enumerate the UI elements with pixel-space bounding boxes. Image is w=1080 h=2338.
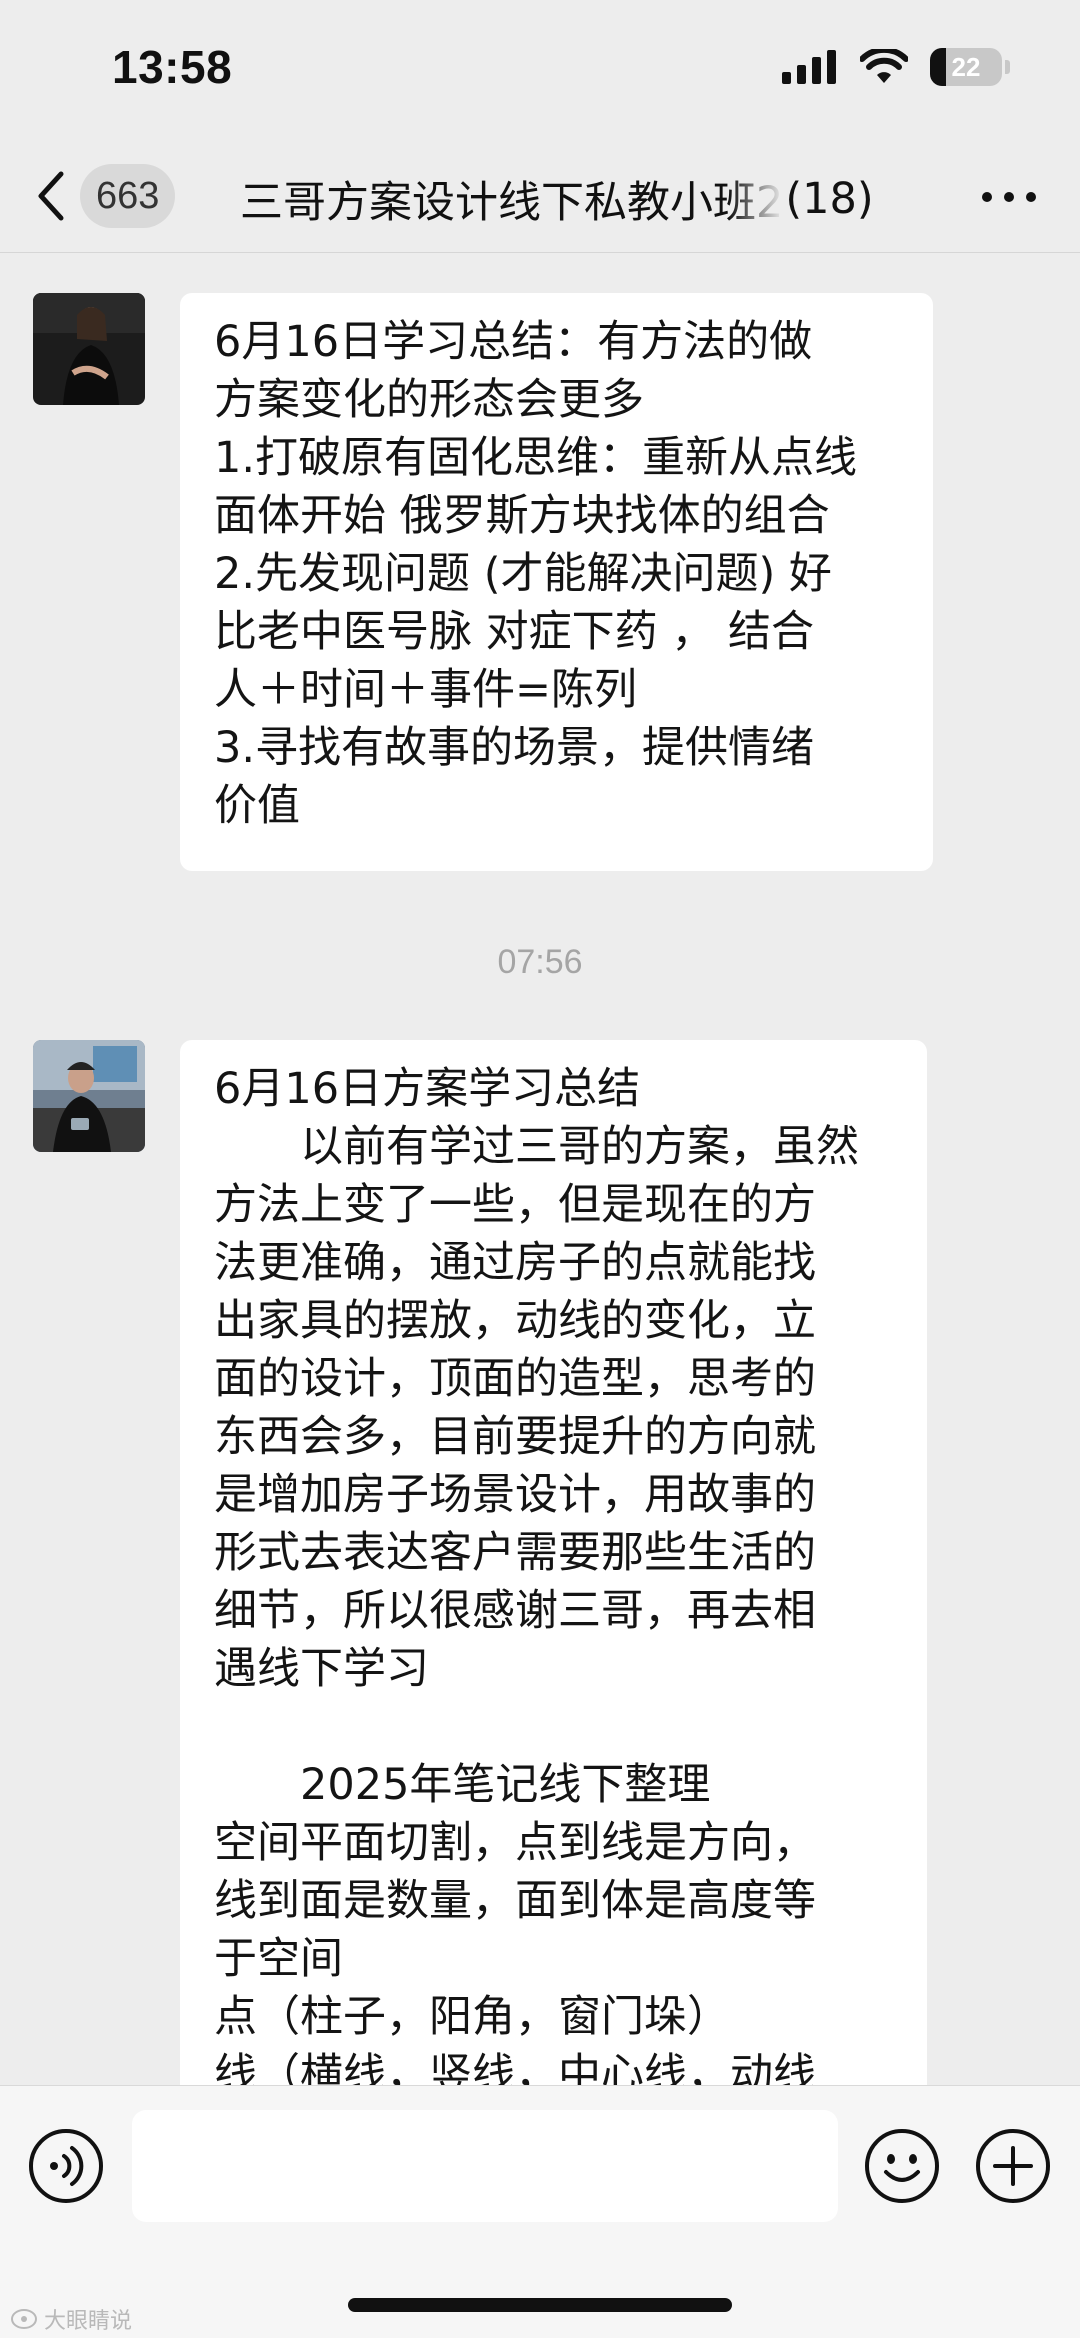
chat-area[interactable]: 6月16日学习总结：有方法的做 方案变化的形态会更多 1.打破原有固化思维：重新从点… bbox=[0, 253, 1080, 2085]
message-bubble[interactable]: 6月16日学习总结：有方法的做 方案变化的形态会更多 1.打破原有固化思维：重新从点… bbox=[180, 293, 933, 871]
message-line: 人＋时间＋事件=陈列 bbox=[214, 665, 638, 715]
emoji-button[interactable] bbox=[864, 2128, 940, 2204]
wifi-icon bbox=[860, 49, 908, 83]
message-line: 点（柱子，阳角，窗门垛） bbox=[214, 1992, 730, 2042]
timestamp: 07:56 bbox=[497, 943, 583, 981]
status-icons: 22 bbox=[782, 48, 1010, 86]
message-line: 2.先发现问题 (才能解决问题) 好 bbox=[214, 549, 832, 599]
avatar[interactable] bbox=[33, 1040, 145, 1152]
avatar-man-icon bbox=[33, 1040, 145, 1152]
avatar-woman-icon bbox=[33, 293, 145, 405]
battery-level: 22 bbox=[951, 51, 981, 82]
message-input[interactable] bbox=[132, 2110, 838, 2222]
message-line: 6月16日学习总结：有方法的做 bbox=[214, 317, 813, 367]
watermark: 大眼睛说 bbox=[10, 2303, 132, 2335]
watermark-text: 大眼睛说 bbox=[44, 2309, 133, 2334]
back-chevron-icon bbox=[38, 171, 64, 221]
message-line: 方案变化的形态会更多 bbox=[214, 375, 644, 425]
message-line: 价值 bbox=[214, 781, 300, 831]
message-line: 形式去表达客户需要那些生活的 bbox=[214, 1528, 816, 1578]
message-text: 6月16日方案学习总结 以前有学过三哥的方案，虽然 方法上变了一些，但是现在的方法… bbox=[214, 1060, 895, 2085]
message-line: 空间平面切割，点到线是方向， bbox=[214, 1818, 816, 1868]
status-bar: 13:58 22 bbox=[0, 0, 1080, 140]
watermark-logo-icon bbox=[11, 2309, 37, 2329]
message-line bbox=[214, 1698, 895, 1756]
signal-icon bbox=[782, 50, 836, 84]
message-line: 方法上变了一些，但是现在的方 bbox=[214, 1180, 816, 1230]
voice-icon bbox=[29, 2129, 103, 2203]
chat-header: 663 三哥方案设计线下私教小班2 (18) bbox=[0, 140, 1080, 253]
back-button[interactable]: 663 bbox=[36, 162, 206, 230]
message-bubble[interactable]: 6月16日方案学习总结 以前有学过三哥的方案，虽然 方法上变了一些，但是现在的方法… bbox=[180, 1040, 927, 2085]
message-line: 细节，所以很感谢三哥，再去相 bbox=[214, 1586, 816, 1636]
message-line: 线到面是数量，面到体是高度等 bbox=[214, 1876, 816, 1926]
plus-button[interactable] bbox=[975, 2128, 1051, 2204]
message-line: 是增加房子场景设计，用故事的 bbox=[214, 1470, 816, 1520]
plus-icon bbox=[976, 2129, 1050, 2203]
home-indicator bbox=[348, 2298, 732, 2312]
more-icon bbox=[982, 192, 1036, 202]
chat-title-text: 三哥方案设计线下私教小班2 bbox=[240, 178, 784, 228]
member-count: (18) bbox=[785, 174, 874, 224]
chat-title[interactable]: 三哥方案设计线下私教小班2 (18) bbox=[240, 168, 940, 230]
message-line: 于空间 bbox=[214, 1934, 343, 1984]
message-line: 面的设计，顶面的造型，思考的 bbox=[214, 1354, 816, 1404]
message-line: 法更准确，通过房子的点就能找 bbox=[214, 1238, 816, 1288]
unread-count-badge: 663 bbox=[80, 164, 176, 228]
message-line: 2025年笔记线下整理 bbox=[214, 1760, 711, 1810]
message-line: 比老中医号脉 对症下药 ， 结合 bbox=[214, 607, 815, 657]
battery-cap bbox=[1005, 60, 1010, 74]
emoji-icon bbox=[865, 2129, 939, 2203]
message-line: 东西会多，目前要提升的方向就 bbox=[214, 1412, 816, 1462]
message-line: 面体开始 俄罗斯方块找体的组合 bbox=[214, 491, 830, 541]
message-line: 线（横线，竖线，中心线，动线 bbox=[214, 2050, 816, 2085]
message-line: 出家具的摆放，动线的变化，立 bbox=[214, 1296, 816, 1346]
message-line: 以前有学过三哥的方案，虽然 bbox=[214, 1122, 859, 1172]
message-line: 遇线下学习 bbox=[214, 1644, 429, 1694]
message-line: 6月16日方案学习总结 bbox=[214, 1064, 641, 1114]
message-line: 1.打破原有固化思维：重新从点线 bbox=[214, 433, 858, 483]
battery-fill bbox=[930, 48, 946, 86]
message-text: 6月16日学习总结：有方法的做 方案变化的形态会更多 1.打破原有固化思维：重新从点… bbox=[214, 313, 901, 835]
status-time: 13:58 bbox=[112, 41, 233, 93]
message-line: 3.寻找有故事的场景，提供情绪 bbox=[214, 723, 815, 773]
battery-icon: 22 bbox=[930, 48, 1002, 86]
more-button[interactable] bbox=[974, 172, 1044, 222]
avatar[interactable] bbox=[33, 293, 145, 405]
voice-button[interactable] bbox=[28, 2128, 104, 2204]
